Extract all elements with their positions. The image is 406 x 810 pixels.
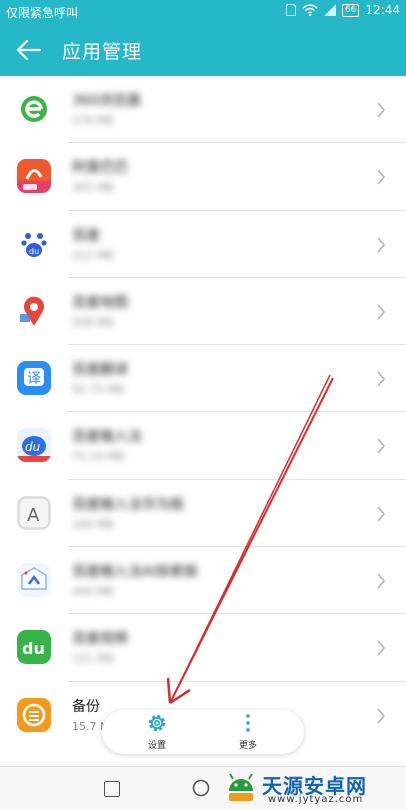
app-name: 百度输入法AI探索版 <box>72 564 198 581</box>
app-name: 百度翻译 <box>72 362 128 379</box>
list-item[interactable]: 百度地图 208 MB <box>0 278 406 346</box>
list-item[interactable]: 译 百度翻译 92.75 MB <box>0 345 406 413</box>
status-icons: 66 12:44 <box>285 3 400 17</box>
list-item[interactable]: 阿里巴巴 305 MB <box>0 143 406 211</box>
more-label: 更多 <box>238 741 257 751</box>
more-vertical-icon <box>246 714 250 732</box>
svg-text:du: du <box>25 440 41 454</box>
app-name: 百度输入法华为版 <box>72 496 184 513</box>
back-button[interactable] <box>12 34 46 66</box>
app-bar: 应用管理 <box>0 24 406 76</box>
app-name: 百度输入法 <box>72 429 142 446</box>
app-size: 121 MB <box>72 652 114 666</box>
chevron-right-icon <box>377 169 386 185</box>
svg-text:du: du <box>22 639 45 658</box>
chevron-right-icon <box>377 304 386 320</box>
gear-icon <box>148 714 166 732</box>
alibaba-icon <box>17 159 51 194</box>
list-item[interactable]: 360浏览器 278 MB <box>0 76 406 144</box>
baidu-icon: du <box>17 226 51 261</box>
chevron-right-icon <box>377 573 386 589</box>
baidu-map-icon <box>17 293 51 328</box>
chevron-right-icon <box>377 708 386 724</box>
recents-button[interactable] <box>104 781 120 797</box>
app-size: 400 MB <box>72 585 114 599</box>
app-size: 208 MB <box>72 315 114 329</box>
arrow-left-icon <box>16 39 42 61</box>
wifi-icon <box>302 4 318 16</box>
chevron-right-icon <box>377 640 386 656</box>
watermark: 天源安卓网 www.jytyaz.com <box>206 768 406 809</box>
signal-icon <box>323 4 336 16</box>
page-title: 应用管理 <box>62 41 143 63</box>
list-item[interactable]: 百度输入法AI探索版 400 MB <box>0 547 406 615</box>
app-name: 360浏览器 <box>72 93 141 109</box>
battery-icon: 66 <box>341 3 360 17</box>
settings-button[interactable]: 设置 <box>127 712 187 751</box>
sim-icon <box>285 4 296 16</box>
chevron-right-icon <box>377 506 386 522</box>
baidu-ai-icon <box>17 563 51 598</box>
a-letter-icon: A <box>17 495 51 530</box>
app-name: 备份 <box>72 698 100 715</box>
list-item[interactable]: du 百度 312 MB <box>0 211 406 278</box>
list-item[interactable]: du 百度视频 121 MB <box>0 614 406 682</box>
app-name: 百度视频 <box>72 631 128 648</box>
chevron-right-icon <box>377 438 386 455</box>
chevron-right-icon <box>377 371 386 387</box>
clock: 12:44 <box>365 3 400 17</box>
svg-text:du: du <box>29 247 39 256</box>
app-size: 312 MB <box>72 248 114 262</box>
baidu-translate-icon: 译 <box>17 361 51 396</box>
app-size: 75.19 MB <box>72 450 125 464</box>
app-size: 278 MB <box>72 114 114 127</box>
settings-label: 设置 <box>147 741 166 751</box>
status-bar: 仅限紧急呼叫 66 12:44 <box>0 0 406 24</box>
chevron-right-icon <box>377 102 386 118</box>
app-name: 阿里巴巴 <box>72 160 128 177</box>
app-list: 360浏览器 278 MB 阿里巴巴 305 MB du 百度 312 MB 百… <box>0 76 406 749</box>
baidu-input-icon: du <box>17 428 51 463</box>
app-size: 184 MB <box>72 517 114 531</box>
bottom-toolbar: 设置 更多 <box>102 710 304 754</box>
svg-text:译: 译 <box>27 371 41 387</box>
chevron-right-icon <box>377 237 386 253</box>
du-icon: du <box>17 630 51 665</box>
browser-360-icon <box>17 92 51 126</box>
android-logo-icon <box>229 773 253 801</box>
app-size: 92.75 MB <box>72 383 125 397</box>
list-item[interactable]: du 百度输入法 75.19 MB <box>0 412 406 480</box>
app-name: 百度 <box>72 227 100 244</box>
watermark-url: www.jytyaz.com <box>268 794 364 805</box>
carrier-text: 仅限紧急呼叫 <box>6 6 79 20</box>
backup-icon <box>17 697 51 732</box>
svg-text:A: A <box>27 505 40 526</box>
app-name: 百度地图 <box>72 294 128 311</box>
more-button[interactable]: 更多 <box>218 712 278 751</box>
list-item[interactable]: A 百度输入法华为版 184 MB <box>0 480 406 548</box>
app-size: 305 MB <box>72 181 114 195</box>
